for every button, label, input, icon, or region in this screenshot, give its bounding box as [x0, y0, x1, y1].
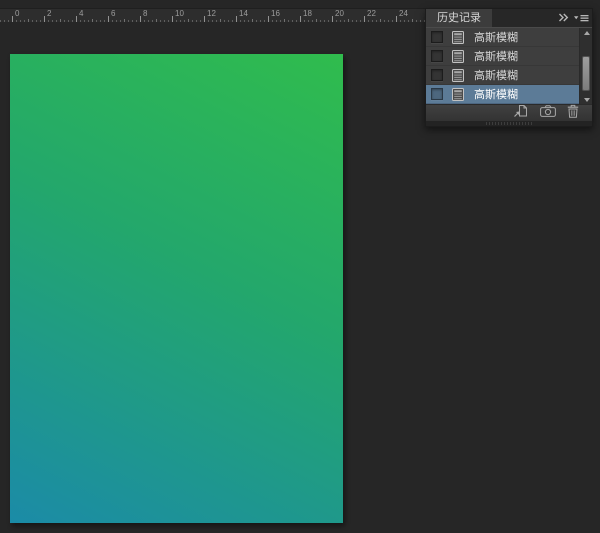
camera-icon: [540, 104, 556, 122]
ruler-number: 0: [15, 9, 19, 18]
history-row[interactable]: 高斯模糊: [426, 66, 592, 85]
panel-menu-button[interactable]: [574, 9, 589, 27]
ruler-number: 4: [79, 9, 83, 18]
panel-menu-icon: [574, 9, 589, 27]
trash-icon: [567, 104, 579, 123]
history-state-icon: [452, 88, 464, 101]
double-chevron-right-icon: [558, 9, 569, 27]
ruler-number: 20: [335, 9, 344, 18]
history-state-icon: [452, 50, 464, 63]
history-panel-footer: [426, 104, 592, 121]
history-row[interactable]: 高斯模糊: [426, 47, 592, 66]
ruler-number: 18: [303, 9, 312, 18]
ruler-number: 16: [271, 9, 280, 18]
history-state-icon: [452, 31, 464, 44]
ruler-number: 2: [47, 9, 51, 18]
scrollbar-up-icon[interactable]: [580, 28, 592, 37]
ruler-number: 8: [143, 9, 147, 18]
history-source-checkbox[interactable]: [431, 69, 443, 81]
history-list: 高斯模糊 高斯模糊 高斯模糊: [426, 27, 592, 104]
history-source-checkbox[interactable]: [431, 50, 443, 62]
delete-state-button[interactable]: [567, 104, 579, 123]
history-panel-tab[interactable]: 历史记录: [426, 9, 492, 27]
history-state-label: 高斯模糊: [474, 67, 518, 83]
ruler-number: 6: [111, 9, 115, 18]
history-row[interactable]: 高斯模糊: [426, 85, 592, 104]
history-panel-header: 历史记录: [426, 9, 592, 27]
ruler-number: 22: [367, 9, 376, 18]
history-source-checkbox[interactable]: [431, 88, 443, 100]
photoshop-workspace: 024681012141618202224 历史记录: [0, 0, 600, 533]
history-state-label: 高斯模糊: [474, 86, 518, 102]
ruler-number: 10: [175, 9, 184, 18]
scrollbar-thumb[interactable]: [582, 56, 590, 91]
history-state-icon: [452, 69, 464, 82]
ruler-number: 24: [399, 9, 408, 18]
new-snapshot-button[interactable]: [540, 104, 556, 122]
history-row[interactable]: 高斯模糊: [426, 28, 592, 47]
history-state-label: 高斯模糊: [474, 48, 518, 64]
page-with-arrow-icon: [513, 104, 529, 123]
new-document-from-state-button[interactable]: [513, 104, 529, 123]
ruler-number: 12: [207, 9, 216, 18]
collapse-to-icons-button[interactable]: [558, 9, 569, 27]
history-panel: 历史记录: [425, 8, 593, 127]
horizontal-ruler[interactable]: 024681012141618202224: [0, 8, 426, 22]
scrollbar-down-icon[interactable]: [580, 95, 592, 104]
history-source-checkbox[interactable]: [431, 31, 443, 43]
grip-texture-icon: [486, 122, 532, 125]
canvas[interactable]: [10, 54, 343, 523]
ruler-number: 14: [239, 9, 248, 18]
history-scrollbar[interactable]: [579, 28, 592, 104]
history-state-label: 高斯模糊: [474, 29, 518, 45]
